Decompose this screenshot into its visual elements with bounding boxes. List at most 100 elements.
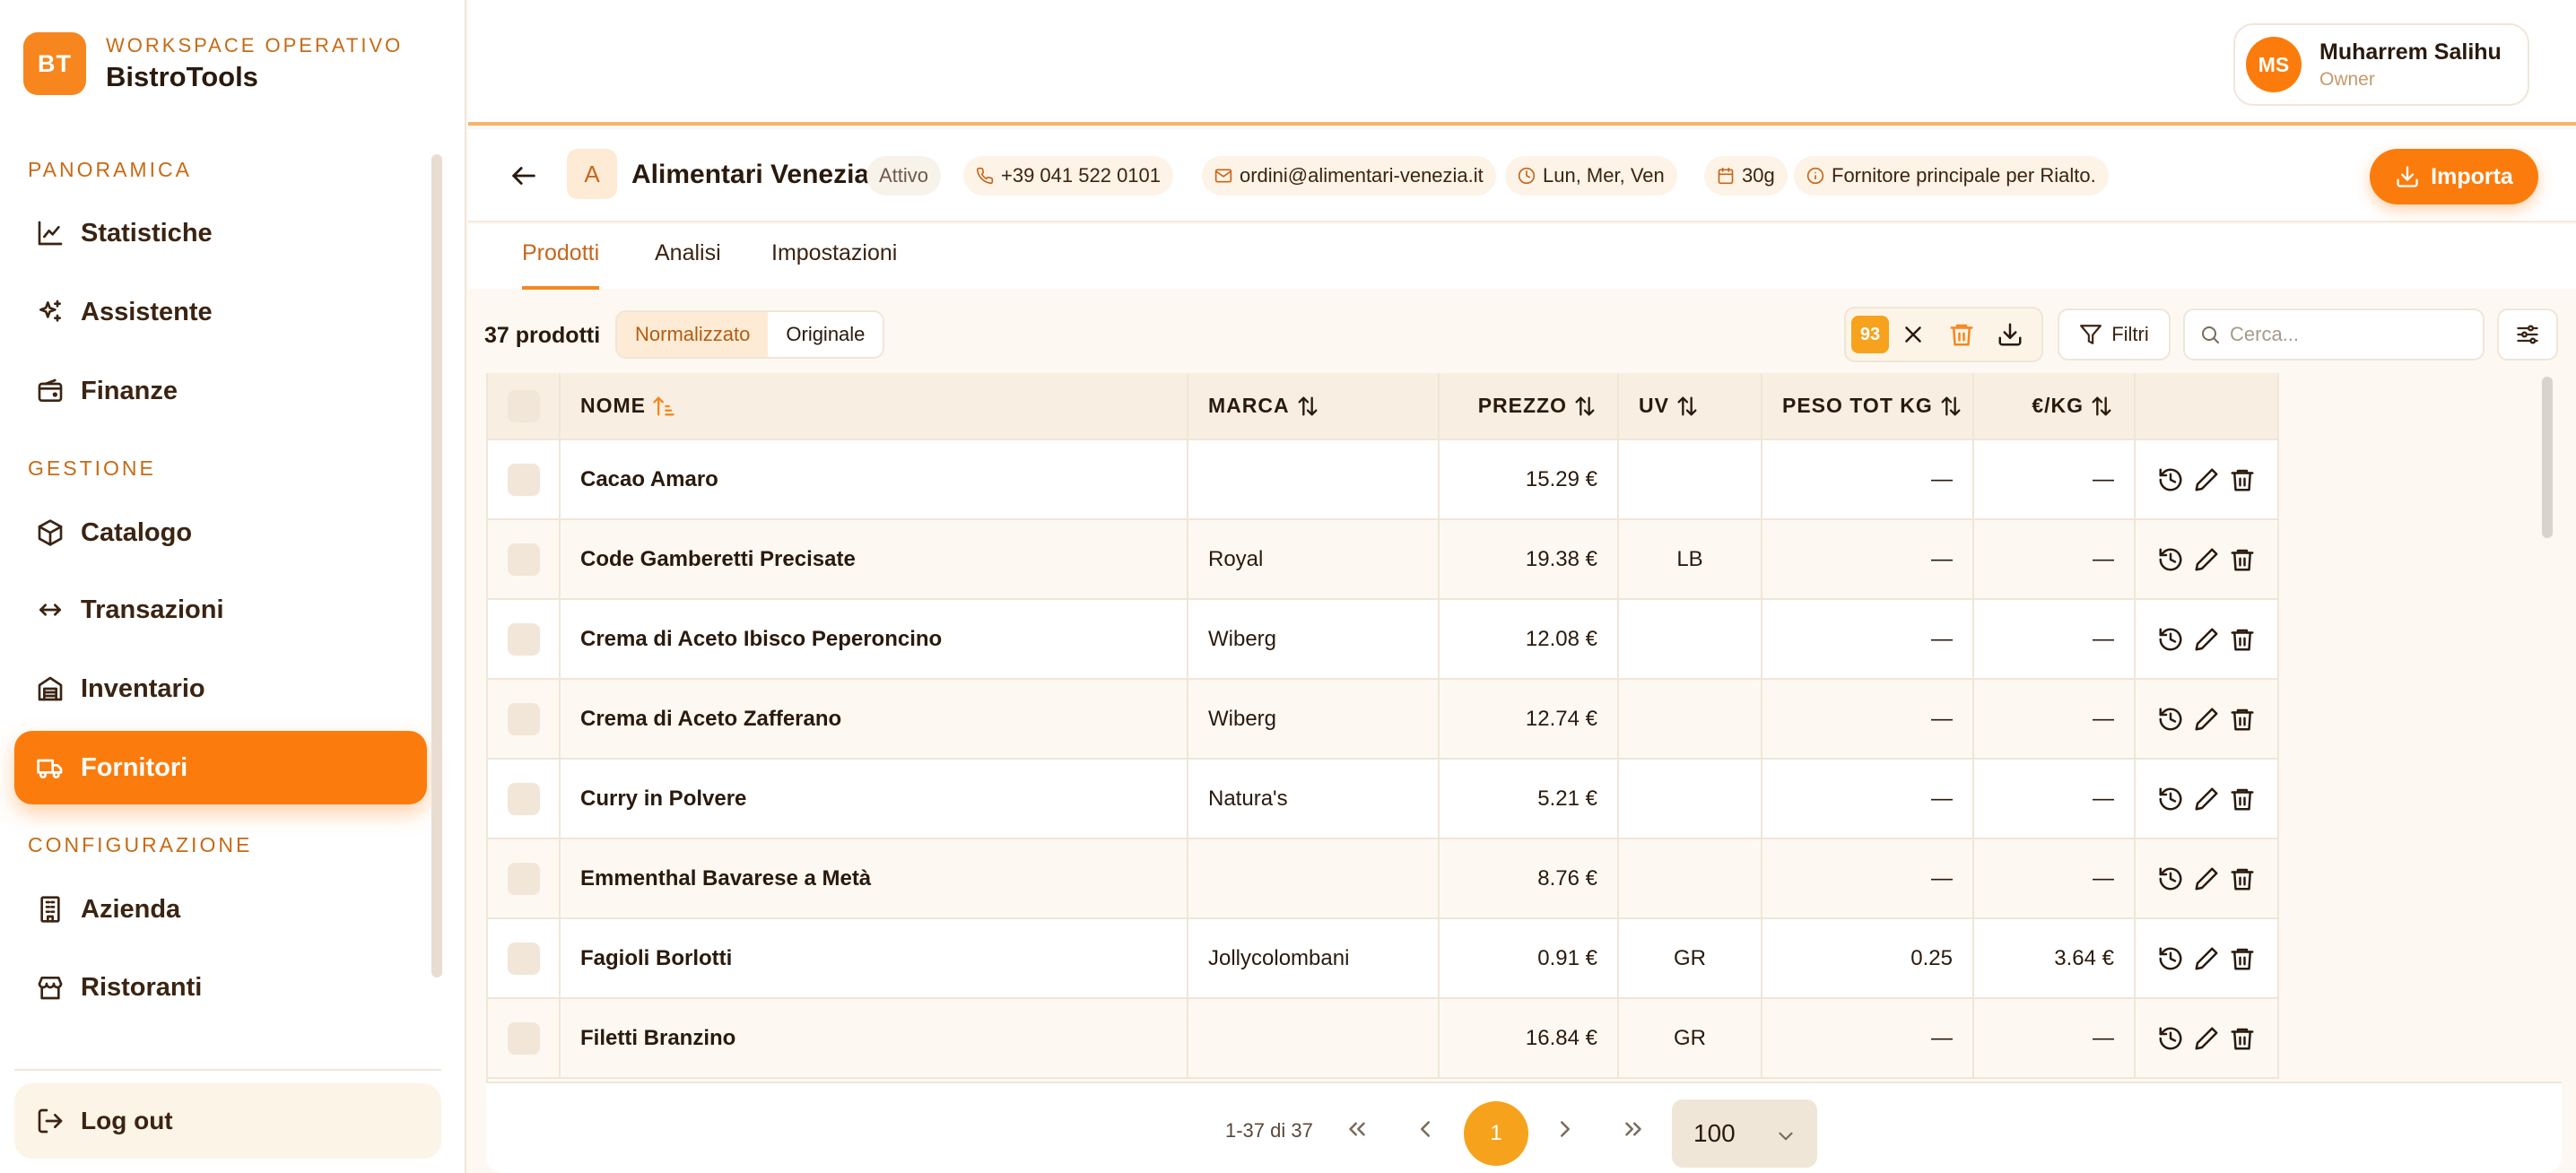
user-menu[interactable]: MS Muharrem Salihu Owner [2233,23,2529,106]
import-button[interactable]: Importa [2370,149,2538,204]
download-icon [2395,164,2420,189]
filter-button[interactable]: Filtri [2058,308,2171,361]
column-header-nome[interactable]: NOME [560,373,1188,440]
trash-icon[interactable] [2229,466,2256,493]
history-icon[interactable] [2157,466,2184,493]
search-field[interactable] [2183,308,2485,361]
row-select-cell[interactable] [488,599,561,680]
edit-icon[interactable] [2193,865,2220,892]
last-page-button[interactable] [1611,1107,1656,1151]
table-row[interactable]: Curry in Polvere Natura's 5.21 € — — [488,759,2279,839]
sidebar-scrollbar[interactable] [431,154,442,978]
select-all-checkbox[interactable] [508,389,540,422]
history-icon[interactable] [2157,546,2184,573]
logout-button[interactable]: Log out [14,1083,441,1159]
history-icon[interactable] [2157,945,2184,972]
row-checkbox[interactable] [508,942,540,975]
phone-pill[interactable]: +39 041 522 0101 [963,156,1174,196]
column-header-peso-tot-kg[interactable]: PESO TOT KG [1762,373,1974,440]
history-icon[interactable] [2157,626,2184,653]
history-icon[interactable] [2157,786,2184,812]
row-select-cell[interactable] [488,918,561,999]
cell-weight: — [1762,759,1974,839]
table-scrollbar[interactable] [2542,377,2553,538]
edit-icon[interactable] [2193,706,2220,733]
back-button[interactable] [504,156,544,196]
edit-icon[interactable] [2193,626,2220,653]
brand[interactable]: BT WORKSPACE OPERATIVO BistroTools [23,32,403,95]
sidebar-item-inventario[interactable]: Inventario [14,652,427,726]
sidebar-item-statistiche[interactable]: Statistiche [14,196,427,270]
sidebar-item-transazioni[interactable]: Transazioni [14,573,427,647]
tab-analisi[interactable]: Analisi [655,240,721,286]
row-checkbox[interactable] [508,543,540,576]
sidebar-item-assistente[interactable]: Assistente [14,275,427,349]
column-header-eur-kg[interactable]: €/KG [1973,373,2136,440]
brand-name: BistroTools [106,61,258,92]
bulk-delete-button[interactable] [1937,316,1986,353]
row-select-cell[interactable] [488,679,561,760]
sidebar-item-finanze[interactable]: Finanze [14,354,427,428]
edit-icon[interactable] [2193,546,2220,573]
email-pill[interactable]: ordini@alimentari-venezia.it [1202,156,1496,196]
sidebar-item-azienda[interactable]: Azienda [14,873,427,946]
trash-icon[interactable] [2229,546,2256,573]
row-checkbox[interactable] [508,463,540,496]
table-row[interactable]: Cacao Amaro 15.29 € — — [488,439,2279,520]
edit-icon[interactable] [2193,786,2220,812]
select-all-cell[interactable] [488,373,561,440]
table-row[interactable]: Filetti Branzino 16.84 € GR — — [488,998,2279,1079]
tab-impostazioni[interactable]: Impostazioni [771,240,897,286]
first-page-button[interactable] [1335,1107,1379,1151]
trash-icon[interactable] [2229,626,2256,653]
table-row[interactable]: Code Gamberetti Precisate Royal 19.38 € LB —… [488,519,2279,600]
column-header-uv[interactable]: UV [1618,373,1762,440]
trash-icon[interactable] [2229,865,2256,892]
sidebar-item-fornitori[interactable]: Fornitori [14,731,427,804]
page-button-current[interactable]: 1 [1464,1101,1528,1166]
prev-page-button[interactable] [1403,1107,1448,1151]
per-page-select[interactable]: 100 [1672,1099,1817,1168]
history-icon[interactable] [2157,865,2184,892]
row-actions [2135,838,2279,919]
trash-icon[interactable] [2229,945,2256,972]
trash-icon[interactable] [2229,706,2256,733]
cell-name: Cacao Amaro [560,439,1188,520]
search-input[interactable] [2230,323,2463,346]
edit-icon[interactable] [2193,466,2220,493]
view-normalized-button[interactable]: Normalizzato [617,312,769,357]
cell-price: 16.84 € [1439,998,1619,1079]
edit-icon[interactable] [2193,1025,2220,1052]
export-button[interactable] [1986,316,2034,353]
chevron-right-icon [1552,1116,1579,1143]
table-row[interactable]: Fagioli Borlotti Jollycolombani 0.91 € GR 0.… [488,918,2279,999]
sidebar-item-ristoranti[interactable]: Ristoranti [14,951,427,1024]
clear-selection-button[interactable] [1889,316,1937,353]
table-row[interactable]: Crema di Aceto Ibisco Peperoncino Wiberg 1… [488,599,2279,680]
view-original-button[interactable]: Originale [768,312,883,357]
row-select-cell[interactable] [488,519,561,600]
trash-icon[interactable] [2229,786,2256,812]
table-row[interactable]: Emmenthal Bavarese a Metà 8.76 € — — [488,838,2279,919]
history-icon[interactable] [2157,1025,2184,1052]
sidebar-item-catalogo[interactable]: Catalogo [14,496,427,569]
row-select-cell[interactable] [488,439,561,520]
user-name: Muharrem Salihu [2319,39,2502,65]
row-checkbox[interactable] [508,782,540,815]
history-icon[interactable] [2157,706,2184,733]
column-header-marca[interactable]: MARCA [1188,373,1440,440]
row-select-cell[interactable] [488,998,561,1079]
trash-icon[interactable] [2229,1025,2256,1052]
tab-prodotti[interactable]: Prodotti [522,240,600,290]
edit-icon[interactable] [2193,945,2220,972]
row-checkbox[interactable] [508,622,540,656]
column-header-prezzo[interactable]: PREZZO [1439,373,1619,440]
row-select-cell[interactable] [488,759,561,839]
row-checkbox[interactable] [508,1021,540,1055]
table-row[interactable]: Crema di Aceto Zafferano Wiberg 12.74 € — — [488,679,2279,760]
next-page-button[interactable] [1543,1107,1588,1151]
column-settings-button[interactable] [2497,308,2558,361]
row-select-cell[interactable] [488,838,561,919]
row-checkbox[interactable] [508,702,540,735]
row-checkbox[interactable] [508,862,540,895]
